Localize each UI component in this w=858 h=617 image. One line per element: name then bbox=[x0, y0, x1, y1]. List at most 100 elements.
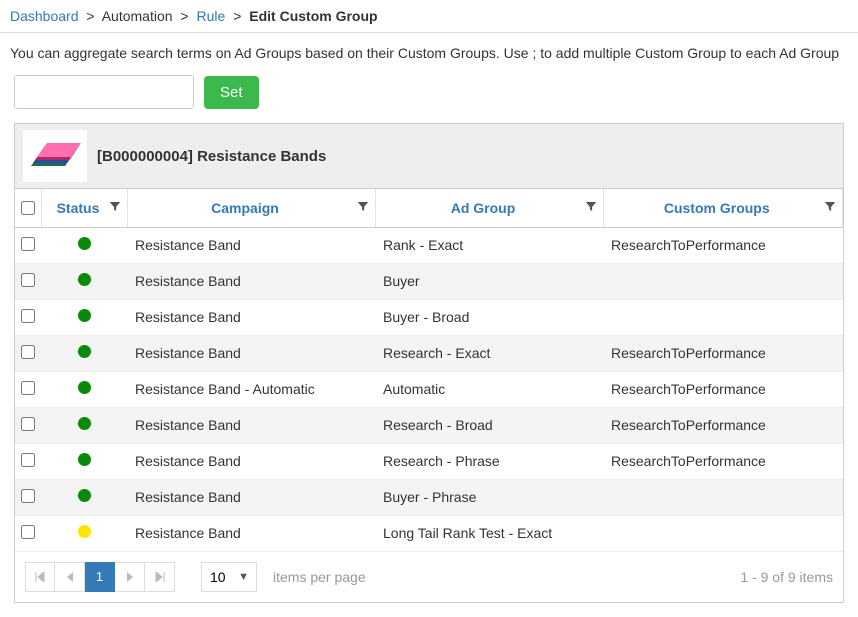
row-select-cell bbox=[15, 335, 41, 371]
table-row: Resistance BandResearch - BroadResearchT… bbox=[15, 407, 843, 443]
table-row: Resistance BandResearch - ExactResearchT… bbox=[15, 335, 843, 371]
row-checkbox[interactable] bbox=[21, 525, 35, 539]
row-campaign-cell: Resistance Band bbox=[127, 335, 375, 371]
row-checkbox[interactable] bbox=[21, 489, 35, 503]
table-row: Resistance Band - AutomaticAutomaticRese… bbox=[15, 371, 843, 407]
select-all-checkbox[interactable] bbox=[21, 201, 35, 215]
col-adgroup[interactable]: Ad Group bbox=[375, 189, 603, 227]
row-campaign-cell: Resistance Band bbox=[127, 443, 375, 479]
page-description: You can aggregate search terms on Ad Gro… bbox=[0, 33, 858, 67]
row-adgroup-cell: Automatic bbox=[375, 371, 603, 407]
table-row: Resistance BandBuyer - Broad bbox=[15, 299, 843, 335]
product-header: [B000000004] Resistance Bands bbox=[15, 124, 843, 189]
pager-last-button[interactable] bbox=[145, 562, 175, 592]
col-campaign[interactable]: Campaign bbox=[127, 189, 375, 227]
row-customgroups-cell: ResearchToPerformance bbox=[603, 227, 843, 263]
row-status-cell bbox=[41, 227, 127, 263]
row-campaign-cell: Resistance Band bbox=[127, 227, 375, 263]
col-campaign-label: Campaign bbox=[211, 200, 279, 216]
row-status-cell bbox=[41, 299, 127, 335]
row-customgroups-cell: ResearchToPerformance bbox=[603, 407, 843, 443]
breadcrumb-sep: > bbox=[86, 8, 94, 24]
first-page-icon bbox=[35, 572, 45, 582]
filter-icon[interactable] bbox=[109, 200, 121, 215]
pager-info: 1 - 9 of 9 items bbox=[740, 569, 833, 585]
items-per-page-label: items per page bbox=[273, 569, 366, 585]
page-size-select-wrap: ▼ bbox=[201, 562, 257, 592]
pager: 1 ▼ items per page 1 - 9 of 9 items bbox=[15, 552, 843, 602]
breadcrumb-sep: > bbox=[233, 8, 241, 24]
row-select-cell bbox=[15, 227, 41, 263]
status-dot-icon bbox=[78, 489, 91, 502]
prev-page-icon bbox=[66, 572, 74, 582]
data-grid: Status Campaign Ad Group bbox=[15, 189, 843, 552]
table-row: Resistance BandLong Tail Rank Test - Exa… bbox=[15, 515, 843, 551]
row-select-cell bbox=[15, 299, 41, 335]
row-select-cell bbox=[15, 263, 41, 299]
breadcrumb-current: Edit Custom Group bbox=[249, 8, 377, 24]
row-campaign-cell: Resistance Band bbox=[127, 263, 375, 299]
row-select-cell bbox=[15, 515, 41, 551]
row-customgroups-cell bbox=[603, 515, 843, 551]
breadcrumb: Dashboard > Automation > Rule > Edit Cus… bbox=[0, 0, 858, 33]
row-adgroup-cell: Long Tail Rank Test - Exact bbox=[375, 515, 603, 551]
row-checkbox[interactable] bbox=[21, 417, 35, 431]
row-adgroup-cell: Buyer - Phrase bbox=[375, 479, 603, 515]
row-customgroups-cell: ResearchToPerformance bbox=[603, 443, 843, 479]
row-status-cell bbox=[41, 371, 127, 407]
table-row: Resistance BandResearch - PhraseResearch… bbox=[15, 443, 843, 479]
row-customgroups-cell bbox=[603, 299, 843, 335]
row-campaign-cell: Resistance Band - Automatic bbox=[127, 371, 375, 407]
pager-page-number[interactable]: 1 bbox=[85, 562, 115, 592]
status-dot-icon bbox=[78, 345, 91, 358]
bands-icon bbox=[25, 132, 85, 180]
status-dot-icon bbox=[78, 525, 91, 538]
row-checkbox[interactable] bbox=[21, 381, 35, 395]
row-adgroup-cell: Research - Broad bbox=[375, 407, 603, 443]
breadcrumb-link-dashboard[interactable]: Dashboard bbox=[10, 8, 79, 24]
table-row: Resistance BandBuyer bbox=[15, 263, 843, 299]
status-dot-icon bbox=[78, 417, 91, 430]
filter-icon[interactable] bbox=[585, 200, 597, 215]
row-select-cell bbox=[15, 479, 41, 515]
pager-prev-button[interactable] bbox=[55, 562, 85, 592]
row-checkbox[interactable] bbox=[21, 345, 35, 359]
row-status-cell bbox=[41, 263, 127, 299]
set-controls: Set bbox=[0, 67, 858, 123]
row-customgroups-cell bbox=[603, 479, 843, 515]
status-dot-icon bbox=[78, 453, 91, 466]
row-checkbox[interactable] bbox=[21, 309, 35, 323]
row-status-cell bbox=[41, 335, 127, 371]
set-button[interactable]: Set bbox=[204, 76, 259, 109]
status-dot-icon bbox=[78, 309, 91, 322]
filter-icon[interactable] bbox=[824, 200, 836, 215]
status-dot-icon bbox=[78, 273, 91, 286]
filter-icon[interactable] bbox=[357, 200, 369, 215]
col-customgroups[interactable]: Custom Groups bbox=[603, 189, 843, 227]
col-status-label[interactable]: Status bbox=[57, 200, 100, 216]
row-campaign-cell: Resistance Band bbox=[127, 407, 375, 443]
row-select-cell bbox=[15, 371, 41, 407]
col-adgroup-label: Ad Group bbox=[451, 200, 516, 216]
row-adgroup-cell: Buyer - Broad bbox=[375, 299, 603, 335]
table-row: Resistance BandRank - ExactResearchToPer… bbox=[15, 227, 843, 263]
row-customgroups-cell bbox=[603, 263, 843, 299]
row-checkbox[interactable] bbox=[21, 273, 35, 287]
breadcrumb-link-rule[interactable]: Rule bbox=[197, 8, 226, 24]
pager-buttons: 1 bbox=[25, 562, 175, 592]
product-title: [B000000004] Resistance Bands bbox=[97, 148, 326, 165]
col-status[interactable]: Status bbox=[41, 189, 127, 227]
row-customgroups-cell: ResearchToPerformance bbox=[603, 371, 843, 407]
row-checkbox[interactable] bbox=[21, 453, 35, 467]
row-select-cell bbox=[15, 443, 41, 479]
page-size-select[interactable] bbox=[201, 562, 257, 592]
pager-first-button[interactable] bbox=[25, 562, 55, 592]
custom-group-input[interactable] bbox=[14, 75, 194, 109]
grid-container: [B000000004] Resistance Bands Status Cam… bbox=[14, 123, 844, 603]
pager-next-button[interactable] bbox=[115, 562, 145, 592]
status-dot-icon bbox=[78, 237, 91, 250]
row-checkbox[interactable] bbox=[21, 237, 35, 251]
row-status-cell bbox=[41, 407, 127, 443]
row-campaign-cell: Resistance Band bbox=[127, 515, 375, 551]
row-customgroups-cell: ResearchToPerformance bbox=[603, 335, 843, 371]
